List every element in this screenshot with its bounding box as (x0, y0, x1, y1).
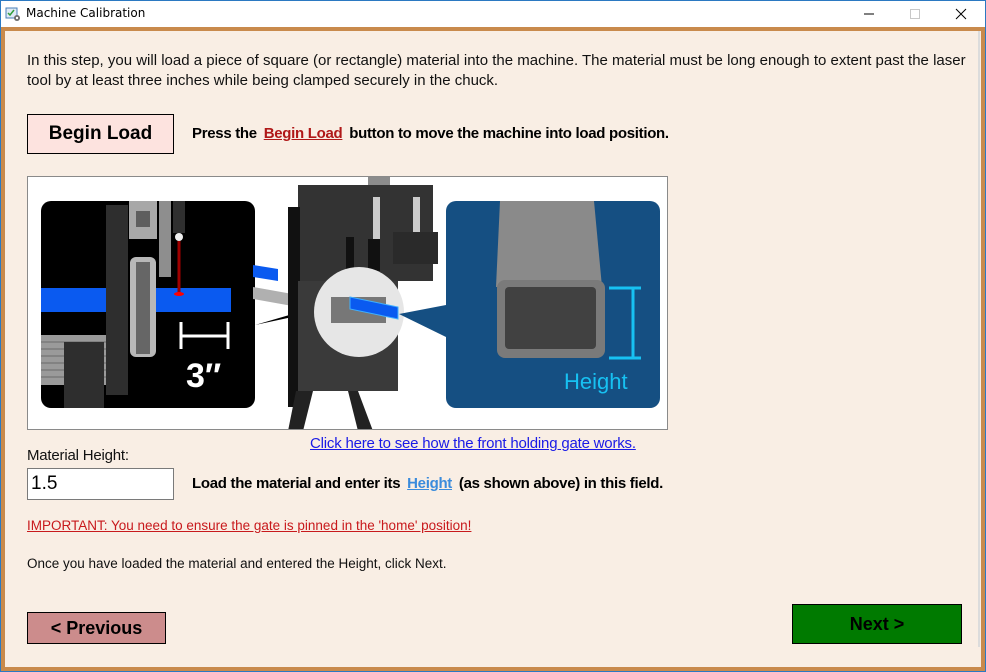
material-height-input[interactable] (27, 468, 174, 500)
content-area: In this step, you will load a piece of s… (5, 31, 981, 667)
window-frame: In this step, you will load a piece of s… (1, 27, 985, 671)
intro-text: In this step, you will load a piece of s… (27, 52, 966, 89)
final-instruction: Once you have loaded the material and en… (27, 556, 447, 571)
divider (978, 31, 980, 647)
loading-illustration: 3″ Height (27, 176, 668, 430)
laser-detail-panel: 3″ (41, 201, 255, 408)
height-label: Height (564, 369, 628, 394)
gate-info-link[interactable]: Click here to see how the front holding … (310, 435, 636, 452)
load-instruction: Load the material and enter its Height (… (192, 475, 663, 492)
height-detail-panel: Height (446, 201, 660, 408)
app-icon (5, 7, 20, 21)
maximize-button[interactable] (892, 1, 938, 27)
important-notice[interactable]: IMPORTANT: You need to ensure the gate i… (27, 518, 471, 533)
load-suffix: (as shown above) in this field. (458, 475, 663, 492)
begin-load-button[interactable]: Begin Load (27, 114, 174, 154)
app-window: Machine Calibration In this step, you wi… (0, 0, 986, 672)
begin-load-link[interactable]: Begin Load (264, 125, 343, 142)
begin-load-instruction: Press the Begin Load button to move the … (192, 125, 669, 142)
material-height-label: Material Height: (27, 447, 129, 464)
instruction-suffix: button to move the machine into load pos… (349, 125, 669, 142)
three-inch-label: 3″ (186, 357, 221, 395)
minimize-icon (864, 13, 874, 15)
height-link[interactable]: Height (407, 475, 452, 492)
instruction-prefix: Press the (192, 125, 257, 142)
close-button[interactable] (938, 1, 984, 27)
machine-diagram: 3″ Height (41, 177, 660, 429)
window-title: Machine Calibration (26, 6, 146, 20)
minimize-button[interactable] (846, 1, 892, 27)
maximize-icon (910, 9, 920, 19)
title-bar[interactable]: Machine Calibration (1, 1, 985, 27)
close-icon (955, 8, 967, 20)
previous-button[interactable]: < Previous (27, 612, 166, 644)
next-button[interactable]: Next > (792, 604, 962, 644)
load-prefix: Load the material and enter its (192, 475, 401, 492)
